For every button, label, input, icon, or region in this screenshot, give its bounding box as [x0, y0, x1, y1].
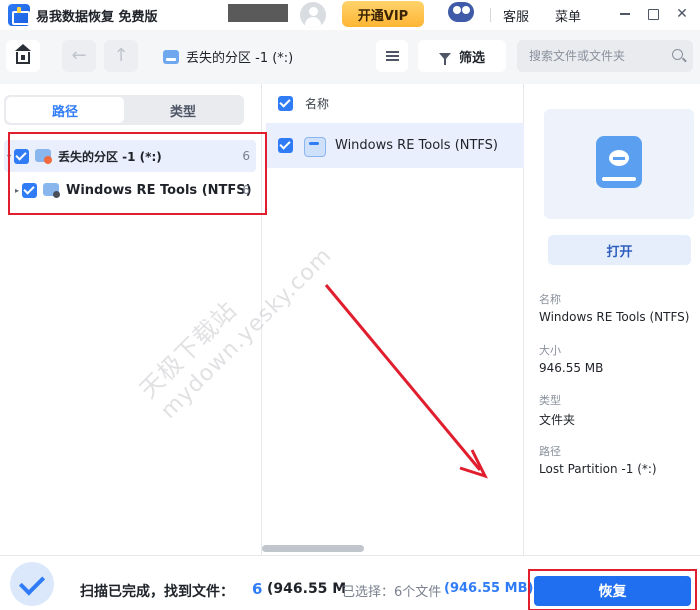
search-icon[interactable]: [672, 49, 683, 60]
maximize-icon[interactable]: [643, 4, 663, 24]
preview-area: [544, 109, 694, 219]
arrow-left-icon: ←: [71, 45, 87, 66]
title-separator: [490, 8, 491, 22]
filter-button[interactable]: 筛选: [418, 40, 506, 72]
found-size: (946.55 M: [267, 581, 347, 597]
app-title: 易我数据恢复 免费版: [36, 10, 158, 25]
tree-item-label: Windows RE Tools (NTFS): [66, 182, 252, 198]
list-view-button[interactable]: [376, 40, 408, 72]
partition-preview-icon: [596, 136, 642, 188]
file-checkbox[interactable]: [278, 138, 293, 153]
lost-partition-icon: [35, 148, 53, 164]
minimize-icon[interactable]: [615, 4, 635, 24]
name-value: Windows RE Tools (NTFS): [539, 310, 690, 324]
details-panel: 打开 名称 Windows RE Tools (NTFS) 大小 946.55 …: [525, 84, 700, 555]
home-button[interactable]: [6, 40, 40, 72]
tree-checkbox[interactable]: [14, 148, 29, 164]
drive-icon: [162, 49, 180, 65]
user-avatar-icon[interactable]: [300, 2, 326, 28]
close-icon[interactable]: ✕: [672, 4, 692, 24]
breadcrumb: 丢失的分区 -1 (*:): [162, 47, 293, 66]
filter-icon: [438, 52, 451, 65]
selected-text: 已选择：6个文件: [342, 585, 442, 600]
toolbar: ← ↑ 丢失的分区 -1 (*:) 筛选: [0, 30, 700, 84]
file-list-header: 名称: [262, 84, 524, 122]
tree-item-label: 丢失的分区 -1 (*:): [58, 149, 162, 164]
filter-label: 筛选: [458, 50, 485, 66]
home-icon: [15, 44, 31, 64]
view-tabs: 路径 类型: [4, 95, 244, 125]
tree-item-count: 6: [242, 183, 250, 197]
file-name: Windows RE Tools (NTFS): [335, 138, 499, 153]
horizontal-scrollbar[interactable]: [262, 545, 364, 552]
caret-down-icon[interactable]: ▾: [4, 152, 14, 161]
scan-status-text: 扫描已完成，找到文件：: [80, 584, 234, 600]
breadcrumb-label: 丢失的分区 -1 (*:): [186, 51, 294, 66]
size-value: 946.55 MB: [539, 361, 604, 375]
partition-folder-icon: [303, 136, 326, 157]
vip-button[interactable]: 开通VIP: [342, 1, 424, 27]
menu-button[interactable]: 菜单: [555, 6, 581, 25]
back-button[interactable]: ←: [62, 40, 96, 72]
partition-drive-icon: [43, 182, 61, 198]
tree-item-windows-re-tools[interactable]: ▸ Windows RE Tools (NTFS) 6: [4, 174, 256, 206]
search-box: [517, 40, 693, 72]
select-all-checkbox[interactable]: [278, 95, 293, 111]
file-row[interactable]: Windows RE Tools (NTFS): [266, 123, 524, 168]
path-label: 路径: [539, 445, 561, 458]
caret-right-icon[interactable]: ▸: [12, 186, 22, 195]
tree-item-lost-partition[interactable]: ▾ 丢失的分区 -1 (*:) 6: [4, 140, 256, 172]
tab-path[interactable]: 路径: [6, 97, 124, 123]
found-count: 6: [252, 580, 263, 598]
search-input[interactable]: [529, 46, 665, 66]
type-value: 文件夹: [539, 413, 576, 427]
redacted-user-name: [228, 4, 288, 22]
check-circle-icon: [10, 562, 54, 606]
open-button[interactable]: 打开: [548, 235, 691, 265]
status-footer: 扫描已完成，找到文件： 6 (946.55 M 已选择：6个文件 (946.55…: [0, 555, 700, 610]
up-button[interactable]: ↑: [104, 40, 138, 72]
app-logo-icon: [8, 4, 30, 26]
recover-button[interactable]: 恢复: [534, 576, 691, 606]
tree-checkbox[interactable]: [22, 182, 37, 198]
service-button[interactable]: 客服: [503, 6, 529, 25]
name-label: 名称: [539, 293, 561, 306]
column-name-header[interactable]: 名称: [305, 95, 329, 112]
left-panel: 路径 类型 ▾ 丢失的分区 -1 (*:) 6 ▸ Windows RE Too…: [0, 84, 262, 555]
file-list-panel: 名称 Windows RE Tools (NTFS): [262, 84, 524, 555]
tab-type[interactable]: 类型: [124, 97, 242, 123]
type-label: 类型: [539, 394, 561, 407]
tree-item-count: 6: [242, 149, 250, 163]
selected-size: (946.55 MB): [444, 581, 534, 596]
list-view-icon: [385, 51, 399, 61]
mascot-icon[interactable]: [446, 0, 476, 24]
path-value: Lost Partition -1 (*:): [539, 462, 657, 476]
arrow-up-icon: ↑: [113, 45, 129, 66]
title-bar: 易我数据恢复 免费版 开通VIP 客服 菜单 ✕: [0, 0, 700, 30]
size-label: 大小: [539, 344, 561, 357]
